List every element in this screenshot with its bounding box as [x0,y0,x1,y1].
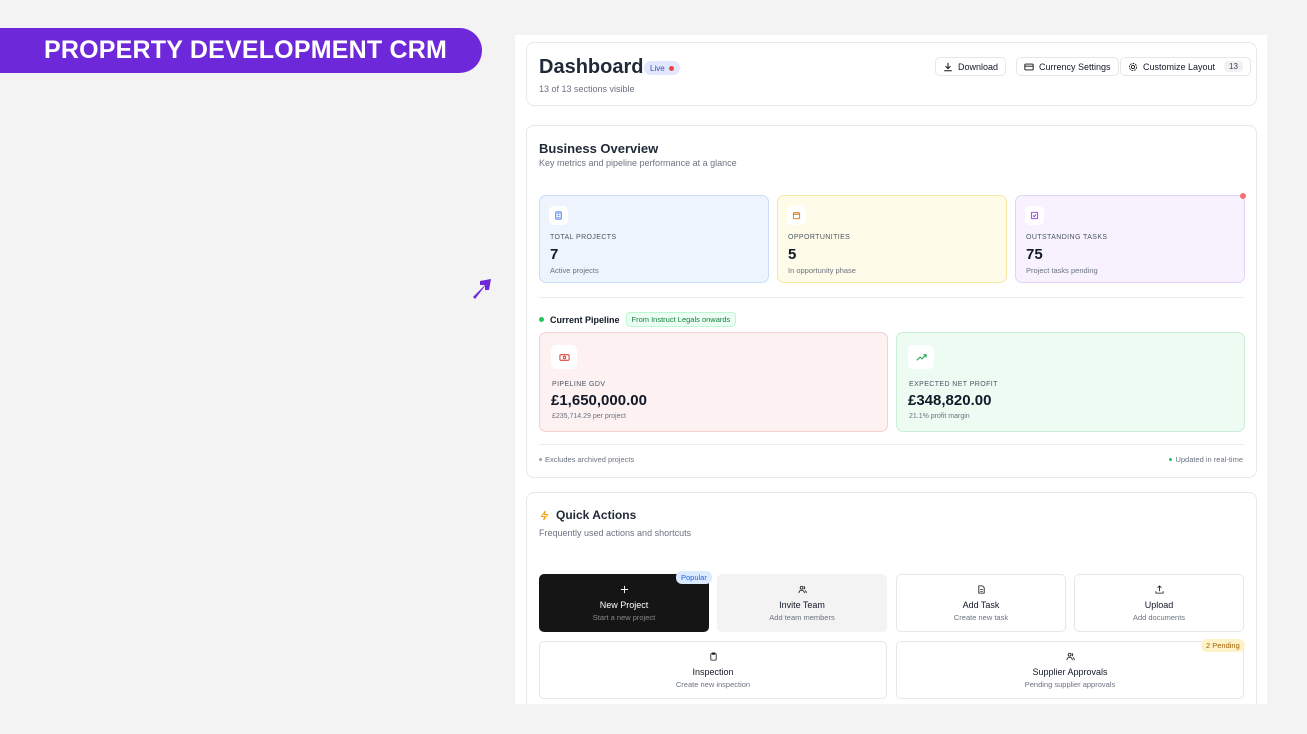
stat-label: OPPORTUNITIES [788,234,851,241]
popular-badge: Popular [676,571,712,584]
metric-description: 21.1% profit margin [909,413,970,420]
customize-layout-button[interactable]: Customize Layout 13 [1120,57,1251,76]
calendar-icon [787,206,806,225]
footer-note-left: Excludes archived projects [539,455,634,464]
plus-icon [620,585,628,593]
trending-up-icon [908,345,934,369]
divider [539,297,1244,298]
section-title: Business Overview [539,141,659,156]
quick-actions-heading: Quick Actions [539,508,636,522]
users-icon [1065,652,1075,660]
stat-card-total-projects[interactable]: TOTAL PROJECTS 7 Active projects [539,195,769,283]
page-title: Dashboard [539,56,644,78]
users-icon [797,585,807,593]
quick-actions-section: Quick Actions Frequently used actions an… [526,492,1257,704]
app-title-banner: PROPERTY DEVELOPMENT CRM [0,28,482,73]
action-desc: Add documents [1132,612,1186,622]
action-desc: Create new task [953,612,1009,622]
stat-value: 5 [788,246,797,263]
download-button[interactable]: Download [935,57,1007,76]
checkbox-icon [1025,206,1044,225]
action-desc: Pending supplier approvals [1024,679,1116,689]
metric-label: PIPELINE GDV [552,381,606,388]
pipeline-dot-icon [539,317,544,322]
live-dot-icon [668,65,674,71]
metric-value: £348,820.00 [908,392,992,409]
notification-dot [1240,193,1246,199]
action-desc: Create new inspection [675,679,751,689]
pipeline-tag: From Instruct Legals onwards [625,312,737,327]
live-badge: Live [644,61,680,75]
bullet-icon [1169,458,1173,461]
action-title: Upload [1144,599,1174,610]
action-title: Inspection [692,666,734,677]
pipeline-gdv-card[interactable]: PIPELINE GDV £1,650,000.00 £235,714.29 p… [539,332,888,432]
footer-right-text: Updated in real-time [1175,455,1243,464]
document-icon [977,584,985,594]
currency-settings-button[interactable]: Currency Settings [1016,57,1119,76]
pointer-arrow-icon [473,279,491,299]
invite-team-button[interactable]: Invite Team Add team members [717,574,887,632]
stat-label: OUTSTANDING TASKS [1026,234,1108,241]
currency-settings-label: Currency Settings [1039,61,1111,72]
sections-visible-text: 13 of 13 sections visible [539,84,635,94]
inspection-button[interactable]: Inspection Create new inspection [539,641,887,699]
download-icon [944,62,952,71]
stat-label: TOTAL PROJECTS [550,234,617,241]
lightning-icon [540,510,549,520]
download-label: Download [958,61,999,72]
action-title: Add Task [962,599,1000,610]
upload-icon [1154,584,1164,594]
stat-card-opportunities[interactable]: OPPORTUNITIES 5 In opportunity phase [777,195,1007,283]
bullet-icon [539,458,542,461]
dashboard-app: Dashboard Live 13 of 13 sections visible… [515,35,1267,704]
stat-description: Active projects [550,266,599,275]
supplier-approvals-button[interactable]: Supplier Approvals Pending supplier appr… [896,641,1244,699]
section-count-badge: 13 [1224,61,1243,72]
clipboard-icon [709,652,717,661]
metric-description: £235,714.29 per project [552,413,626,420]
upload-button[interactable]: Upload Add documents [1074,574,1244,632]
pending-badge: 2 Pending [1201,639,1245,652]
section-subtitle: Key metrics and pipeline performance at … [539,158,737,168]
card-icon [1024,63,1034,70]
customize-layout-label: Customize Layout [1143,61,1216,72]
app-title: PROPERTY DEVELOPMENT CRM [44,36,447,64]
action-desc: Start a new project [592,612,656,622]
banknote-icon [551,345,577,369]
action-title: Invite Team [779,599,825,610]
metric-value: £1,650,000.00 [551,392,647,409]
section-subtitle: Frequently used actions and shortcuts [539,528,692,538]
gear-icon [1128,62,1138,71]
stat-card-outstanding-tasks[interactable]: OUTSTANDING TASKS 75 Project tasks pendi… [1015,195,1245,283]
stat-value: 7 [550,246,559,263]
business-overview-section: Business Overview Key metrics and pipeli… [526,125,1257,478]
stat-value: 75 [1026,246,1043,263]
action-desc: Add team members [769,612,835,622]
stat-description: In opportunity phase [788,266,856,275]
section-title: Quick Actions [556,508,637,522]
footer-left-text: Excludes archived projects [545,455,635,464]
stat-description: Project tasks pending [1026,266,1098,275]
live-label: Live [650,63,665,73]
metric-label: EXPECTED NET PROFIT [909,381,998,388]
expected-net-profit-card[interactable]: EXPECTED NET PROFIT £348,820.00 21.1% pr… [896,332,1245,432]
divider [539,444,1244,445]
add-task-button[interactable]: Add Task Create new task [896,574,1066,632]
action-title: Supplier Approvals [1032,666,1108,677]
action-title: New Project [599,599,649,610]
building-icon [549,206,568,225]
footer-note-right: Updated in real-time [1169,455,1243,464]
dashboard-header: Dashboard Live 13 of 13 sections visible… [526,42,1257,106]
pipeline-label: Current Pipeline [550,314,620,325]
current-pipeline-heading: Current Pipeline From Instruct Legals on… [539,312,737,327]
